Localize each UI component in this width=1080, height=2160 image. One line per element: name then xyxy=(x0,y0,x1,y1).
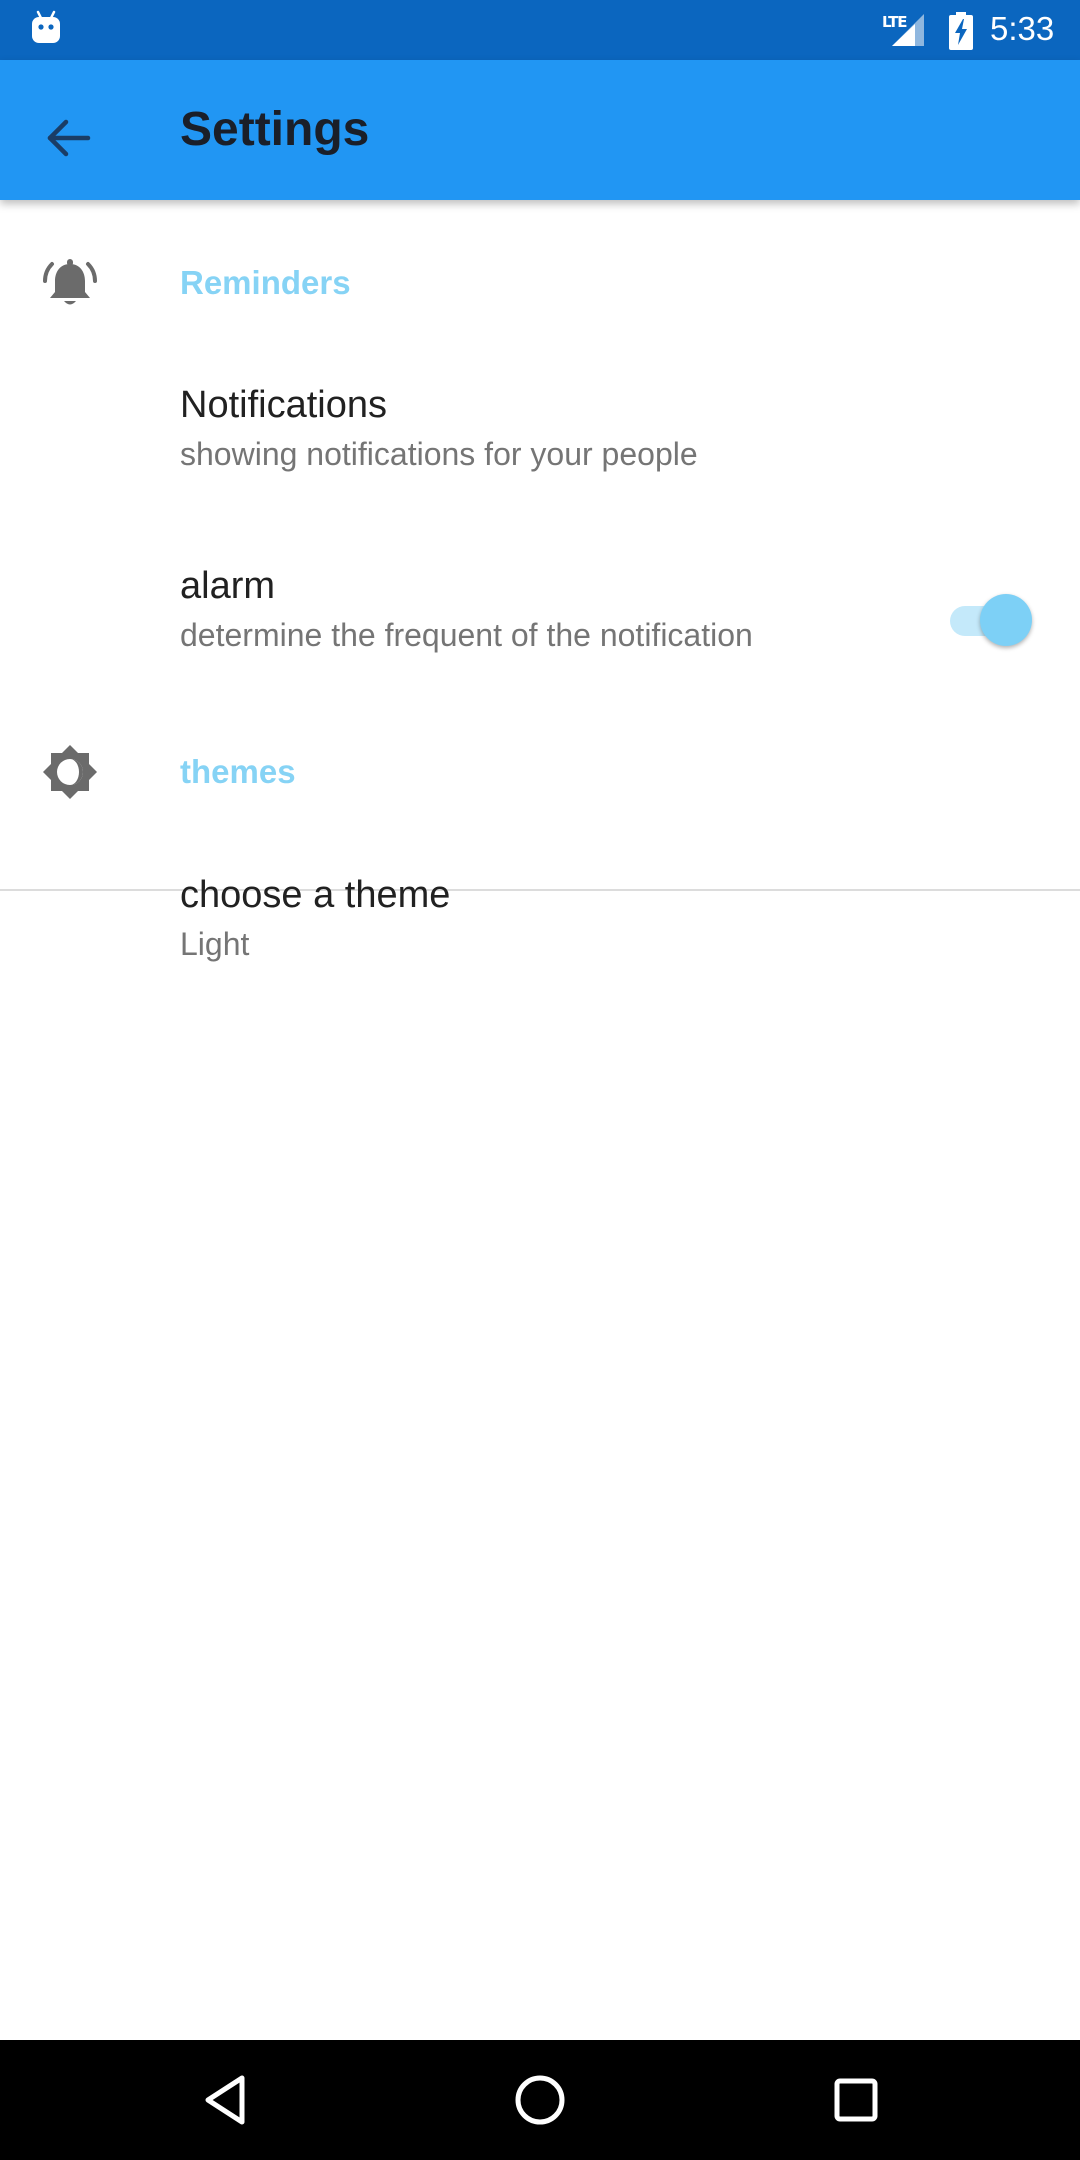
signal-icon xyxy=(892,14,924,46)
notifications-summary: showing notifications for your people xyxy=(180,436,698,472)
page-title: Settings xyxy=(180,103,370,156)
notifications-title: Notifications xyxy=(180,384,387,426)
navigation-bar xyxy=(0,2040,1080,2160)
brightness-icon xyxy=(43,745,97,799)
alarm-summary: determine the frequent of the notificati… xyxy=(180,617,753,653)
alarm-title: alarm xyxy=(180,565,276,607)
arrow-back-icon xyxy=(47,119,91,157)
theme-preference[interactable]: choose a theme Light xyxy=(0,836,1080,1016)
alarm-preference[interactable]: alarm determine the frequent of the noti… xyxy=(0,527,1080,707)
category-title-reminders: Reminders xyxy=(180,264,351,301)
status-bar: LTE 5:33 xyxy=(0,0,1080,60)
bell-ringing-icon xyxy=(43,259,97,305)
recents-square-icon[interactable] xyxy=(826,2070,886,2130)
android-icon xyxy=(32,10,60,43)
settings-list: Reminders Notifications showing notifica… xyxy=(0,200,1080,2040)
app-bar: Settings xyxy=(0,60,1080,200)
back-triangle-icon[interactable] xyxy=(196,2070,256,2130)
home-circle-icon[interactable] xyxy=(510,2070,570,2130)
theme-summary: Light xyxy=(180,926,250,962)
status-time: 5:33 xyxy=(990,10,1055,47)
theme-title: choose a theme xyxy=(180,874,451,916)
category-title-themes: themes xyxy=(180,753,296,790)
screen: LTE 5:33 Settings Reminders Notification… xyxy=(0,0,1080,2160)
battery-charging-icon xyxy=(949,12,973,50)
notifications-preference[interactable]: Notifications showing notifications for … xyxy=(0,346,1080,526)
back-button[interactable] xyxy=(30,100,106,176)
